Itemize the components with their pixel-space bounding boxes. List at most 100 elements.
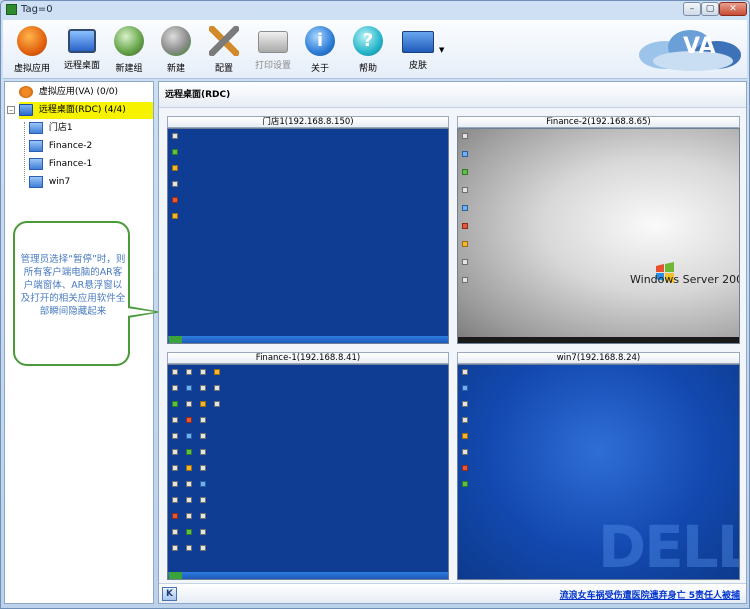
desktop-icon — [200, 401, 206, 407]
monitor-icon — [29, 157, 43, 170]
monitor-icon — [29, 121, 43, 134]
close-button[interactable]: ✕ — [719, 2, 747, 16]
help-button[interactable]: ? 帮助 — [343, 26, 393, 76]
tree-item-win7[interactable]: win7 — [29, 174, 70, 191]
tree-item-finance1[interactable]: Finance-1 — [29, 156, 92, 173]
tree-item-label: 门店1 — [48, 123, 73, 133]
tree-item-finance2[interactable]: Finance-2 — [29, 138, 92, 155]
skin-dropdown-icon[interactable]: ▼ — [439, 46, 444, 54]
tree-item-virtual-apps[interactable]: 虚拟应用(VA) (0/0) — [19, 84, 118, 101]
config-tools-icon — [209, 26, 239, 56]
desktop-icon — [462, 385, 468, 391]
desktop-icon — [462, 187, 468, 193]
desktop-icon — [172, 369, 178, 375]
remote-desktop-label: 远程桌面 — [63, 61, 100, 71]
desktop-icon — [214, 401, 220, 407]
desktop-icon — [186, 449, 192, 455]
screen-title: Finance-2(192.168.8.65) — [457, 116, 740, 128]
desktop-icon — [200, 497, 206, 503]
maximize-button[interactable]: ▢ — [701, 2, 719, 16]
about-button[interactable]: i 关于 — [295, 26, 345, 76]
desktop-icon — [172, 181, 178, 187]
news-ticker-link[interactable]: 流浪女车祸受伤遭医院遗弃身亡 5责任人被捕 — [560, 588, 740, 601]
remote-desktop-button[interactable]: 远程桌面 — [57, 26, 107, 76]
va-icon — [17, 26, 47, 56]
screen-desktop[interactable] — [167, 364, 449, 580]
start-button — [169, 336, 182, 343]
desktop-icon — [172, 133, 178, 139]
desktop-icon — [186, 417, 192, 423]
desktop-icon — [186, 401, 192, 407]
desktop-icon — [200, 529, 206, 535]
computer-icon — [19, 103, 33, 116]
remote-desktop-panel: 远程桌面(RDC) 门店1(192.168.8.150) Finance-2(1… — [158, 81, 747, 604]
virtual-app-label: 虚拟应用 — [13, 64, 50, 74]
desktop-icon — [186, 529, 192, 535]
desktop-icon — [172, 497, 178, 503]
desktop-icon — [186, 545, 192, 551]
desktop-icon — [462, 369, 468, 375]
config-button[interactable]: 配置 — [199, 26, 249, 76]
desktop-icon — [462, 133, 468, 139]
taskbar — [168, 336, 448, 343]
screen-title: 门店1(192.168.8.150) — [167, 116, 449, 128]
collapse-toggle[interactable]: – — [7, 106, 15, 114]
desktop-icon — [462, 465, 468, 471]
screen-title: win7(192.168.8.24) — [457, 352, 740, 364]
desktop-icon — [200, 513, 206, 519]
desktop-icon — [172, 529, 178, 535]
windows-server-logo: Windows Server 2008 — [630, 273, 740, 286]
config-label: 配置 — [214, 64, 233, 74]
desktop-icon — [462, 151, 468, 157]
monitor-icon — [29, 139, 43, 152]
desktop-icon — [200, 465, 206, 471]
taskbar — [168, 572, 448, 579]
about-label: 关于 — [310, 64, 329, 74]
panel-title: 远程桌面(RDC) — [159, 82, 746, 108]
desktop-icon — [186, 433, 192, 439]
desktop-icon — [462, 277, 468, 283]
remote-screen-finance1[interactable]: Finance-1(192.168.8.41) — [167, 352, 449, 580]
desktop-icon — [200, 449, 206, 455]
tree-item-label: win7 — [48, 177, 71, 187]
help-icon: ? — [353, 26, 383, 56]
desktop-icon — [172, 165, 178, 171]
desktop-icon — [186, 481, 192, 487]
app-window: Tag=0 – ▢ ✕ 虚拟应用 远程桌面 新建组 新建 配置 打印设置 i 关… — [0, 0, 750, 609]
desktop-icon — [462, 481, 468, 487]
desktop-icon — [172, 401, 178, 407]
k-button[interactable]: K — [162, 587, 177, 601]
title-bar[interactable]: Tag=0 – ▢ ✕ — [1, 1, 749, 19]
new-group-button[interactable]: 新建组 — [104, 26, 154, 76]
toolbar: 虚拟应用 远程桌面 新建组 新建 配置 打印设置 i 关于 ? 帮助 皮肤 ▼ … — [3, 20, 747, 79]
skin-button[interactable]: 皮肤 — [390, 26, 446, 76]
tree-item-label: 虚拟应用(VA) (0/0) — [38, 87, 119, 97]
desktop-icon — [462, 449, 468, 455]
desktop-icon — [200, 369, 206, 375]
tree-item-store1[interactable]: 门店1 — [29, 120, 73, 137]
desktop-icon — [172, 417, 178, 423]
tree-connector — [24, 122, 25, 182]
status-bar: K 流浪女车祸受伤遭医院遗弃身亡 5责任人被捕 — [159, 583, 746, 603]
printer-icon — [258, 31, 288, 53]
app-icon — [6, 4, 17, 15]
desktop-icon — [186, 369, 192, 375]
screen-desktop[interactable]: Windows Server 2008 — [457, 128, 740, 344]
screen-desktop[interactable] — [167, 128, 449, 344]
tree-item-label: Finance-2 — [48, 141, 93, 151]
minimize-button[interactable]: – — [683, 2, 701, 16]
remote-screen-store1[interactable]: 门店1(192.168.8.150) — [167, 116, 449, 344]
desktop-icon — [172, 197, 178, 203]
desktop-icon — [462, 205, 468, 211]
print-settings-button: 打印设置 — [248, 26, 298, 76]
desktop-icon — [172, 481, 178, 487]
remote-screen-finance2[interactable]: Finance-2(192.168.8.65) Windows Server 2… — [457, 116, 740, 344]
remote-screen-win7[interactable]: win7(192.168.8.24) DELL — [457, 352, 740, 580]
desktop-icon — [172, 545, 178, 551]
new-button[interactable]: 新建 — [151, 26, 201, 76]
desktop-icon — [172, 433, 178, 439]
tree-item-remote-desktop[interactable]: 远程桌面(RDC) (4/4) — [19, 102, 153, 119]
desktop-icon — [172, 513, 178, 519]
screen-desktop[interactable]: DELL — [457, 364, 740, 580]
virtual-app-button[interactable]: 虚拟应用 — [7, 26, 57, 76]
